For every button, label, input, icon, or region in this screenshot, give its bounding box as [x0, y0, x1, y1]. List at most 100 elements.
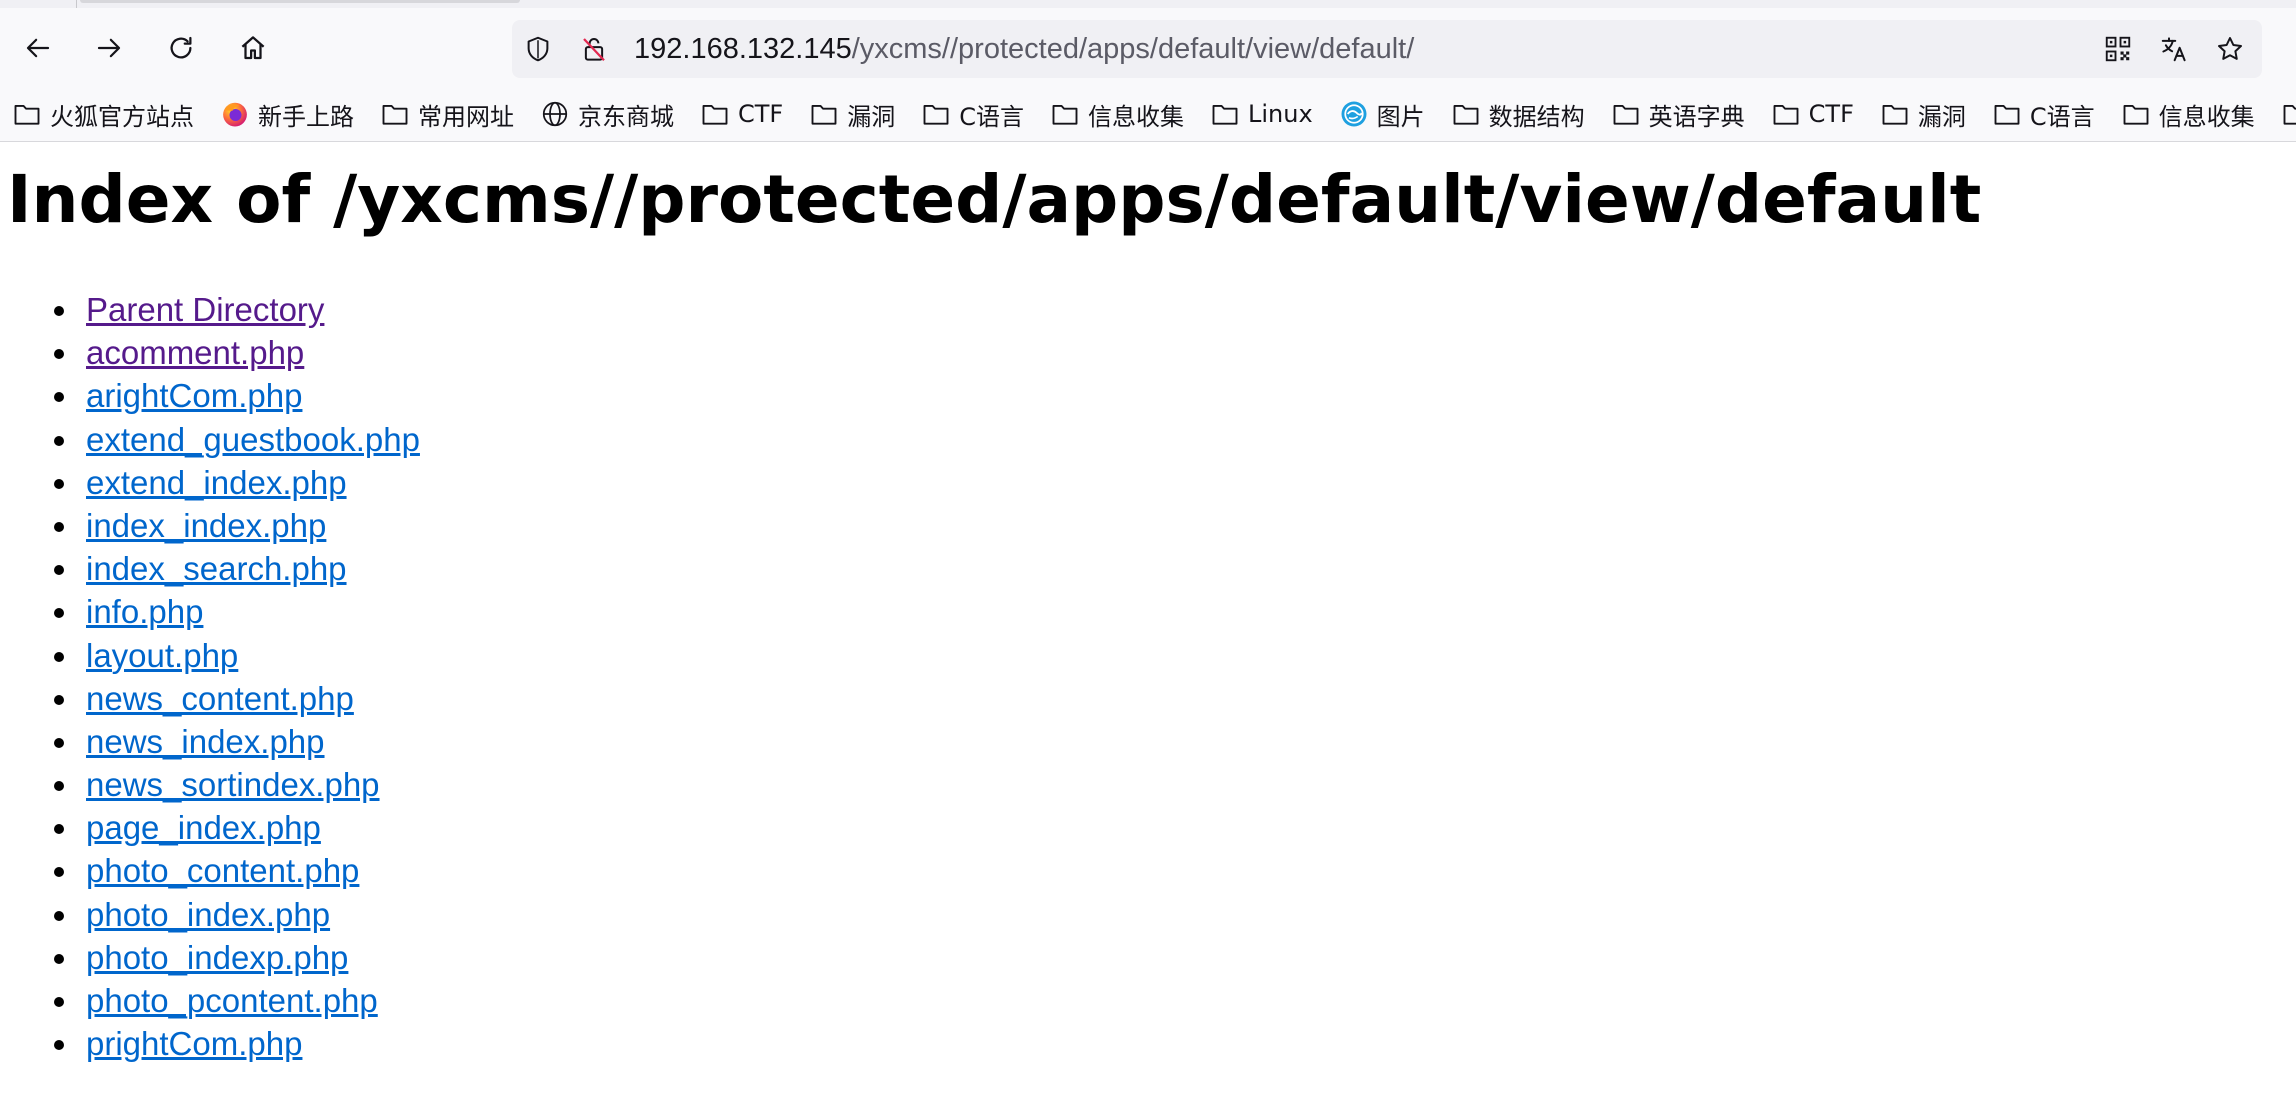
parent-directory-link[interactable]: Parent Directory: [86, 291, 324, 328]
list-item: photo_indexp.php: [0, 936, 420, 979]
list-item: news_index.php: [0, 720, 420, 763]
file-link[interactable]: photo_pcontent.php: [86, 982, 378, 1019]
list-item: acomment.php: [0, 331, 420, 374]
folder-icon: [921, 99, 959, 129]
bookmark-label: 漏洞: [1917, 102, 1966, 131]
navigation-toolbar: 192.168.132.145/yxcms//protected/apps/de…: [0, 8, 2296, 87]
back-button[interactable]: [14, 24, 62, 72]
list-item: news_sortindex.php: [0, 763, 420, 806]
file-link[interactable]: index_search.php: [86, 550, 347, 587]
qr-code-icon[interactable]: [2102, 33, 2134, 65]
list-item: info.php: [0, 590, 420, 633]
folder-icon: [1771, 99, 1809, 129]
bookmarks-row: 火狐官方站点 新手上路 常用网址 京东商城 CTF 漏洞 C语言 信息收集 Linux 图片 数据结…: [12, 87, 2296, 141]
bookmark-item[interactable]: [2281, 87, 2296, 141]
file-link[interactable]: arightCom.php: [86, 377, 302, 414]
bookmarks-toolbar: 火狐官方站点 新手上路 常用网址 京东商城 CTF 漏洞 C语言 信息收集 Linux 图片 数据结…: [0, 87, 2296, 142]
folder-icon: [2281, 99, 2296, 129]
home-button[interactable]: [229, 24, 277, 72]
folder-icon: [1992, 99, 2030, 129]
url-host: 192.168.132.145: [634, 33, 852, 65]
bookmark-label: 信息收集: [2158, 102, 2255, 131]
file-link[interactable]: info.php: [86, 593, 203, 630]
forward-arrow-icon: [97, 38, 121, 58]
list-item: index_index.php: [0, 504, 420, 547]
file-link[interactable]: index_index.php: [86, 507, 326, 544]
file-link[interactable]: layout.php: [86, 637, 238, 674]
bookmark-item[interactable]: 常用网址: [380, 87, 514, 141]
tab-strip: [0, 0, 2296, 8]
folder-icon: [1210, 99, 1248, 129]
folder-icon: [809, 99, 847, 129]
file-link[interactable]: prightCom.php: [86, 1025, 302, 1062]
file-link[interactable]: news_index.php: [86, 723, 325, 760]
bookmark-item[interactable]: C语言: [921, 87, 1024, 141]
folder-icon: [1611, 99, 1649, 129]
bookmark-item[interactable]: 图片: [1339, 87, 1425, 141]
reload-button[interactable]: [157, 24, 205, 72]
insecure-lock-icon[interactable]: [578, 33, 610, 65]
bookmark-item[interactable]: 漏洞: [809, 87, 895, 141]
bookmark-item[interactable]: 信息收集: [1050, 87, 1184, 141]
file-link[interactable]: page_index.php: [86, 809, 321, 846]
bookmark-label: 常用网址: [418, 102, 514, 131]
bookmark-item[interactable]: 英语字典: [1611, 87, 1745, 141]
bookmark-label: 信息收集: [1088, 102, 1184, 131]
bookmark-label: C语言: [959, 102, 1024, 131]
active-tab[interactable]: [80, 0, 520, 3]
file-link[interactable]: acomment.php: [86, 334, 304, 371]
bookmark-item[interactable]: Linux: [1210, 87, 1313, 141]
bookmark-item[interactable]: C语言: [1992, 87, 2095, 141]
bookmark-star-icon[interactable]: [2214, 33, 2246, 65]
back-arrow-icon: [26, 38, 50, 58]
bookmark-label: CTF: [738, 100, 784, 128]
bookmark-label: Linux: [1248, 100, 1313, 128]
bookmark-item[interactable]: 数据结构: [1451, 87, 1585, 141]
list-item: photo_content.php: [0, 849, 420, 892]
file-link[interactable]: photo_indexp.php: [86, 939, 348, 976]
page-content: Index of /yxcms//protected/apps/default/…: [0, 142, 2296, 1106]
home-icon: [241, 36, 265, 60]
url-text[interactable]: 192.168.132.145/yxcms//protected/apps/de…: [634, 20, 1414, 78]
address-bar[interactable]: 192.168.132.145/yxcms//protected/apps/de…: [512, 20, 2262, 78]
image-search-icon: [1339, 99, 1377, 129]
bookmark-item[interactable]: 火狐官方站点: [12, 87, 194, 141]
folder-icon: [380, 99, 418, 129]
list-item: Parent Directory: [0, 288, 420, 331]
forward-button[interactable]: [85, 24, 133, 72]
file-link[interactable]: extend_guestbook.php: [86, 421, 420, 458]
list-item: photo_pcontent.php: [0, 979, 420, 1022]
bookmark-item[interactable]: 信息收集: [2121, 87, 2255, 141]
list-item: photo_index.php: [0, 893, 420, 936]
tracking-protection-shield-icon[interactable]: [522, 33, 554, 65]
page-title: Index of /yxcms//protected/apps/default/…: [7, 161, 1982, 238]
file-link[interactable]: photo_index.php: [86, 896, 330, 933]
list-item: extend_index.php: [0, 461, 420, 504]
folder-icon: [1880, 99, 1918, 129]
translate-icon[interactable]: [2158, 33, 2190, 65]
bookmark-item[interactable]: 新手上路: [220, 87, 354, 141]
folder-icon: [1451, 99, 1489, 129]
list-item: index_search.php: [0, 547, 420, 590]
globe-icon: [540, 99, 578, 129]
file-link[interactable]: news_sortindex.php: [86, 766, 380, 803]
reload-icon: [170, 36, 192, 59]
file-link[interactable]: news_content.php: [86, 680, 354, 717]
folder-icon: [700, 99, 738, 129]
bookmark-item[interactable]: 京东商城: [540, 87, 674, 141]
bookmark-label: 英语字典: [1648, 102, 1745, 131]
bookmark-label: CTF: [1808, 100, 1854, 128]
file-link[interactable]: extend_index.php: [86, 464, 347, 501]
bookmark-label: 京东商城: [578, 102, 674, 131]
bookmark-label: 图片: [1376, 102, 1425, 131]
bookmark-label: 数据结构: [1488, 102, 1585, 131]
bookmark-label: 新手上路: [258, 102, 354, 131]
bookmark-item[interactable]: CTF: [700, 87, 783, 141]
list-item: extend_guestbook.php: [0, 418, 420, 461]
list-item: layout.php: [0, 634, 420, 677]
url-path: /yxcms//protected/apps/default/view/defa…: [851, 33, 1415, 65]
bookmark-item[interactable]: 漏洞: [1880, 87, 1966, 141]
bookmark-item[interactable]: CTF: [1771, 87, 1854, 141]
file-link[interactable]: photo_content.php: [86, 852, 359, 889]
list-item: page_index.php: [0, 806, 420, 849]
